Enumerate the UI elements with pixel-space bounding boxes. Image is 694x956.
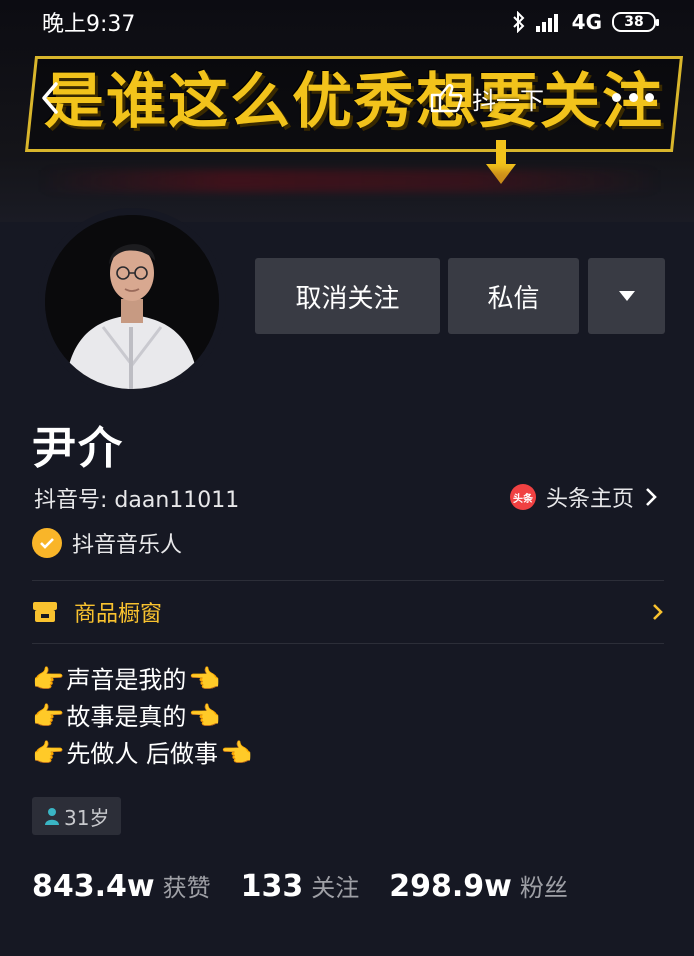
bio-text: 故事是真的 [66,703,187,731]
network-type: 4G [571,10,602,34]
back-icon[interactable] [36,80,66,116]
status-icons: 4G 38 [512,10,659,34]
bio-text: 声音是我的 [66,666,187,694]
caret-down-icon [618,291,635,301]
share-label: 抖一下 [472,86,544,115]
status-bar: 晚上9:37 4G 38 [0,0,694,44]
shop-icon [33,602,57,622]
avatar-portrait [45,215,219,389]
divider [32,643,664,644]
age-tag: 31岁 [32,797,122,835]
pointing-right-icon: 👉 [32,702,65,732]
pointing-left-icon: 👈 [188,702,221,732]
person-icon [45,808,59,825]
stat-label: 关注 [311,874,360,902]
bio-line: 👉 声音是我的 👈 [32,662,252,699]
hand-share-icon [430,84,463,113]
pointing-right-icon: 👉 [32,739,65,769]
top-nav: 抖一下 [0,72,694,124]
toutiao-homepage-link[interactable]: 头条 头条主页 [510,481,658,513]
avatar[interactable] [38,208,226,396]
verified-label: 抖音音乐人 [72,533,183,558]
shop-window-link[interactable]: 商品橱窗 [32,582,664,642]
cover-decoration [40,170,660,192]
signal-icon [535,14,558,32]
chevron-right-icon [653,604,663,620]
chevron-right-icon [646,488,657,506]
shop-window-label: 商品橱窗 [74,602,163,627]
verified-badge: 抖音音乐人 [32,527,182,559]
status-time: 晚上9:37 [42,12,136,37]
stat-value: 843.4w [32,869,155,904]
age-label: 31岁 [64,805,110,830]
stat-label: 粉丝 [519,874,568,902]
share-button[interactable]: 抖一下 [428,78,544,118]
stat-label: 获赞 [162,874,211,902]
avatar-image [45,215,219,389]
bluetooth-icon [512,11,525,33]
pointing-right-icon: 👉 [32,665,65,695]
bio-text: 先做人 后做事 [66,740,219,768]
pointing-left-icon: 👈 [220,739,253,769]
pointing-left-icon: 👈 [188,665,221,695]
more-dropdown-button[interactable] [588,258,665,334]
check-icon [32,528,62,558]
stat-following[interactable]: 133 关注 [241,868,360,904]
divider [32,580,664,581]
stat-followers[interactable]: 298.9w 粉丝 [389,868,568,904]
stat-value: 133 [240,869,304,904]
more-options-icon[interactable] [612,82,654,112]
stat-likes[interactable]: 843.4w 获赞 [32,868,211,904]
stats-row: 843.4w 获赞 133 关注 298.9w 粉丝 [32,868,598,904]
toutiao-icon: 头条 [510,484,536,510]
douyin-id[interactable]: 抖音号: daan11011 [34,482,239,514]
toutiao-label: 头条主页 [546,487,635,512]
profile-screen: 是谁这么优秀想要关注我 晚上9:37 4G 38 抖一下 取消关注 私信 尹介 … [0,0,694,956]
bio-line: 👉 先做人 后做事 👈 [32,736,252,773]
bio: 👉 声音是我的 👈 👉 故事是真的 👈 👉 先做人 后做事 👈 [32,662,252,773]
battery-icon: 38 [612,12,659,32]
profile-name: 尹介 [32,423,124,474]
unfollow-button[interactable]: 取消关注 [255,258,440,334]
bio-line: 👉 故事是真的 👈 [32,699,252,736]
stat-value: 298.9w [389,869,512,904]
message-button[interactable]: 私信 [448,258,579,334]
